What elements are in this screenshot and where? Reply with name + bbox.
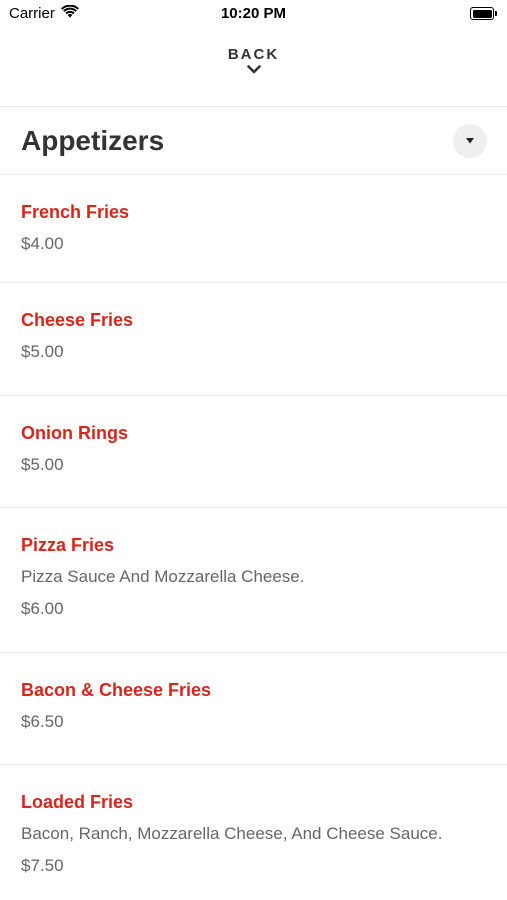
menu-item[interactable]: Onion Rings $5.00 (0, 396, 507, 508)
item-price: $5.00 (21, 455, 64, 474)
item-price: $6.00 (21, 599, 64, 618)
menu-item[interactable]: Bacon & Cheese Fries $6.50 (0, 653, 507, 765)
item-description: Pizza Sauce And Mozzarella Cheese. (21, 567, 305, 586)
caret-down-icon (466, 138, 474, 144)
menu-item[interactable]: Loaded Fries Bacon, Ranch, Mozzarella Ch… (0, 765, 507, 900)
section-toggle-button[interactable] (453, 124, 487, 158)
section-header: Appetizers (0, 107, 507, 175)
battery-icon (470, 7, 497, 20)
status-bar: Carrier 10:20 PM (0, 0, 507, 28)
item-price: $4.00 (21, 234, 64, 253)
section-title: Appetizers (21, 125, 165, 156)
item-description: Bacon, Ranch, Mozzarella Cheese, And Che… (21, 824, 443, 843)
item-name: Loaded Fries (21, 792, 134, 812)
item-name: Onion Rings (21, 423, 128, 443)
chevron-down-icon (246, 65, 261, 74)
item-price: $7.50 (21, 856, 64, 875)
menu-item[interactable]: French Fries $4.00 (0, 175, 507, 283)
status-time: 10:20 PM (220, 5, 287, 22)
back-label: BACK (227, 46, 280, 63)
item-name: Pizza Fries (21, 535, 115, 555)
back-button[interactable]: BACK (0, 46, 507, 94)
item-price: $6.50 (21, 712, 64, 731)
menu-item[interactable]: Pizza Fries Pizza Sauce And Mozzarella C… (0, 508, 507, 653)
menu-list: French Fries $4.00 Cheese Fries $5.00 On… (0, 175, 507, 900)
item-name: French Fries (21, 202, 130, 222)
menu-item[interactable]: Cheese Fries $5.00 (0, 283, 507, 396)
item-price: $5.00 (21, 342, 64, 361)
item-name: Bacon & Cheese Fries (21, 680, 212, 700)
item-name: Cheese Fries (21, 310, 134, 330)
